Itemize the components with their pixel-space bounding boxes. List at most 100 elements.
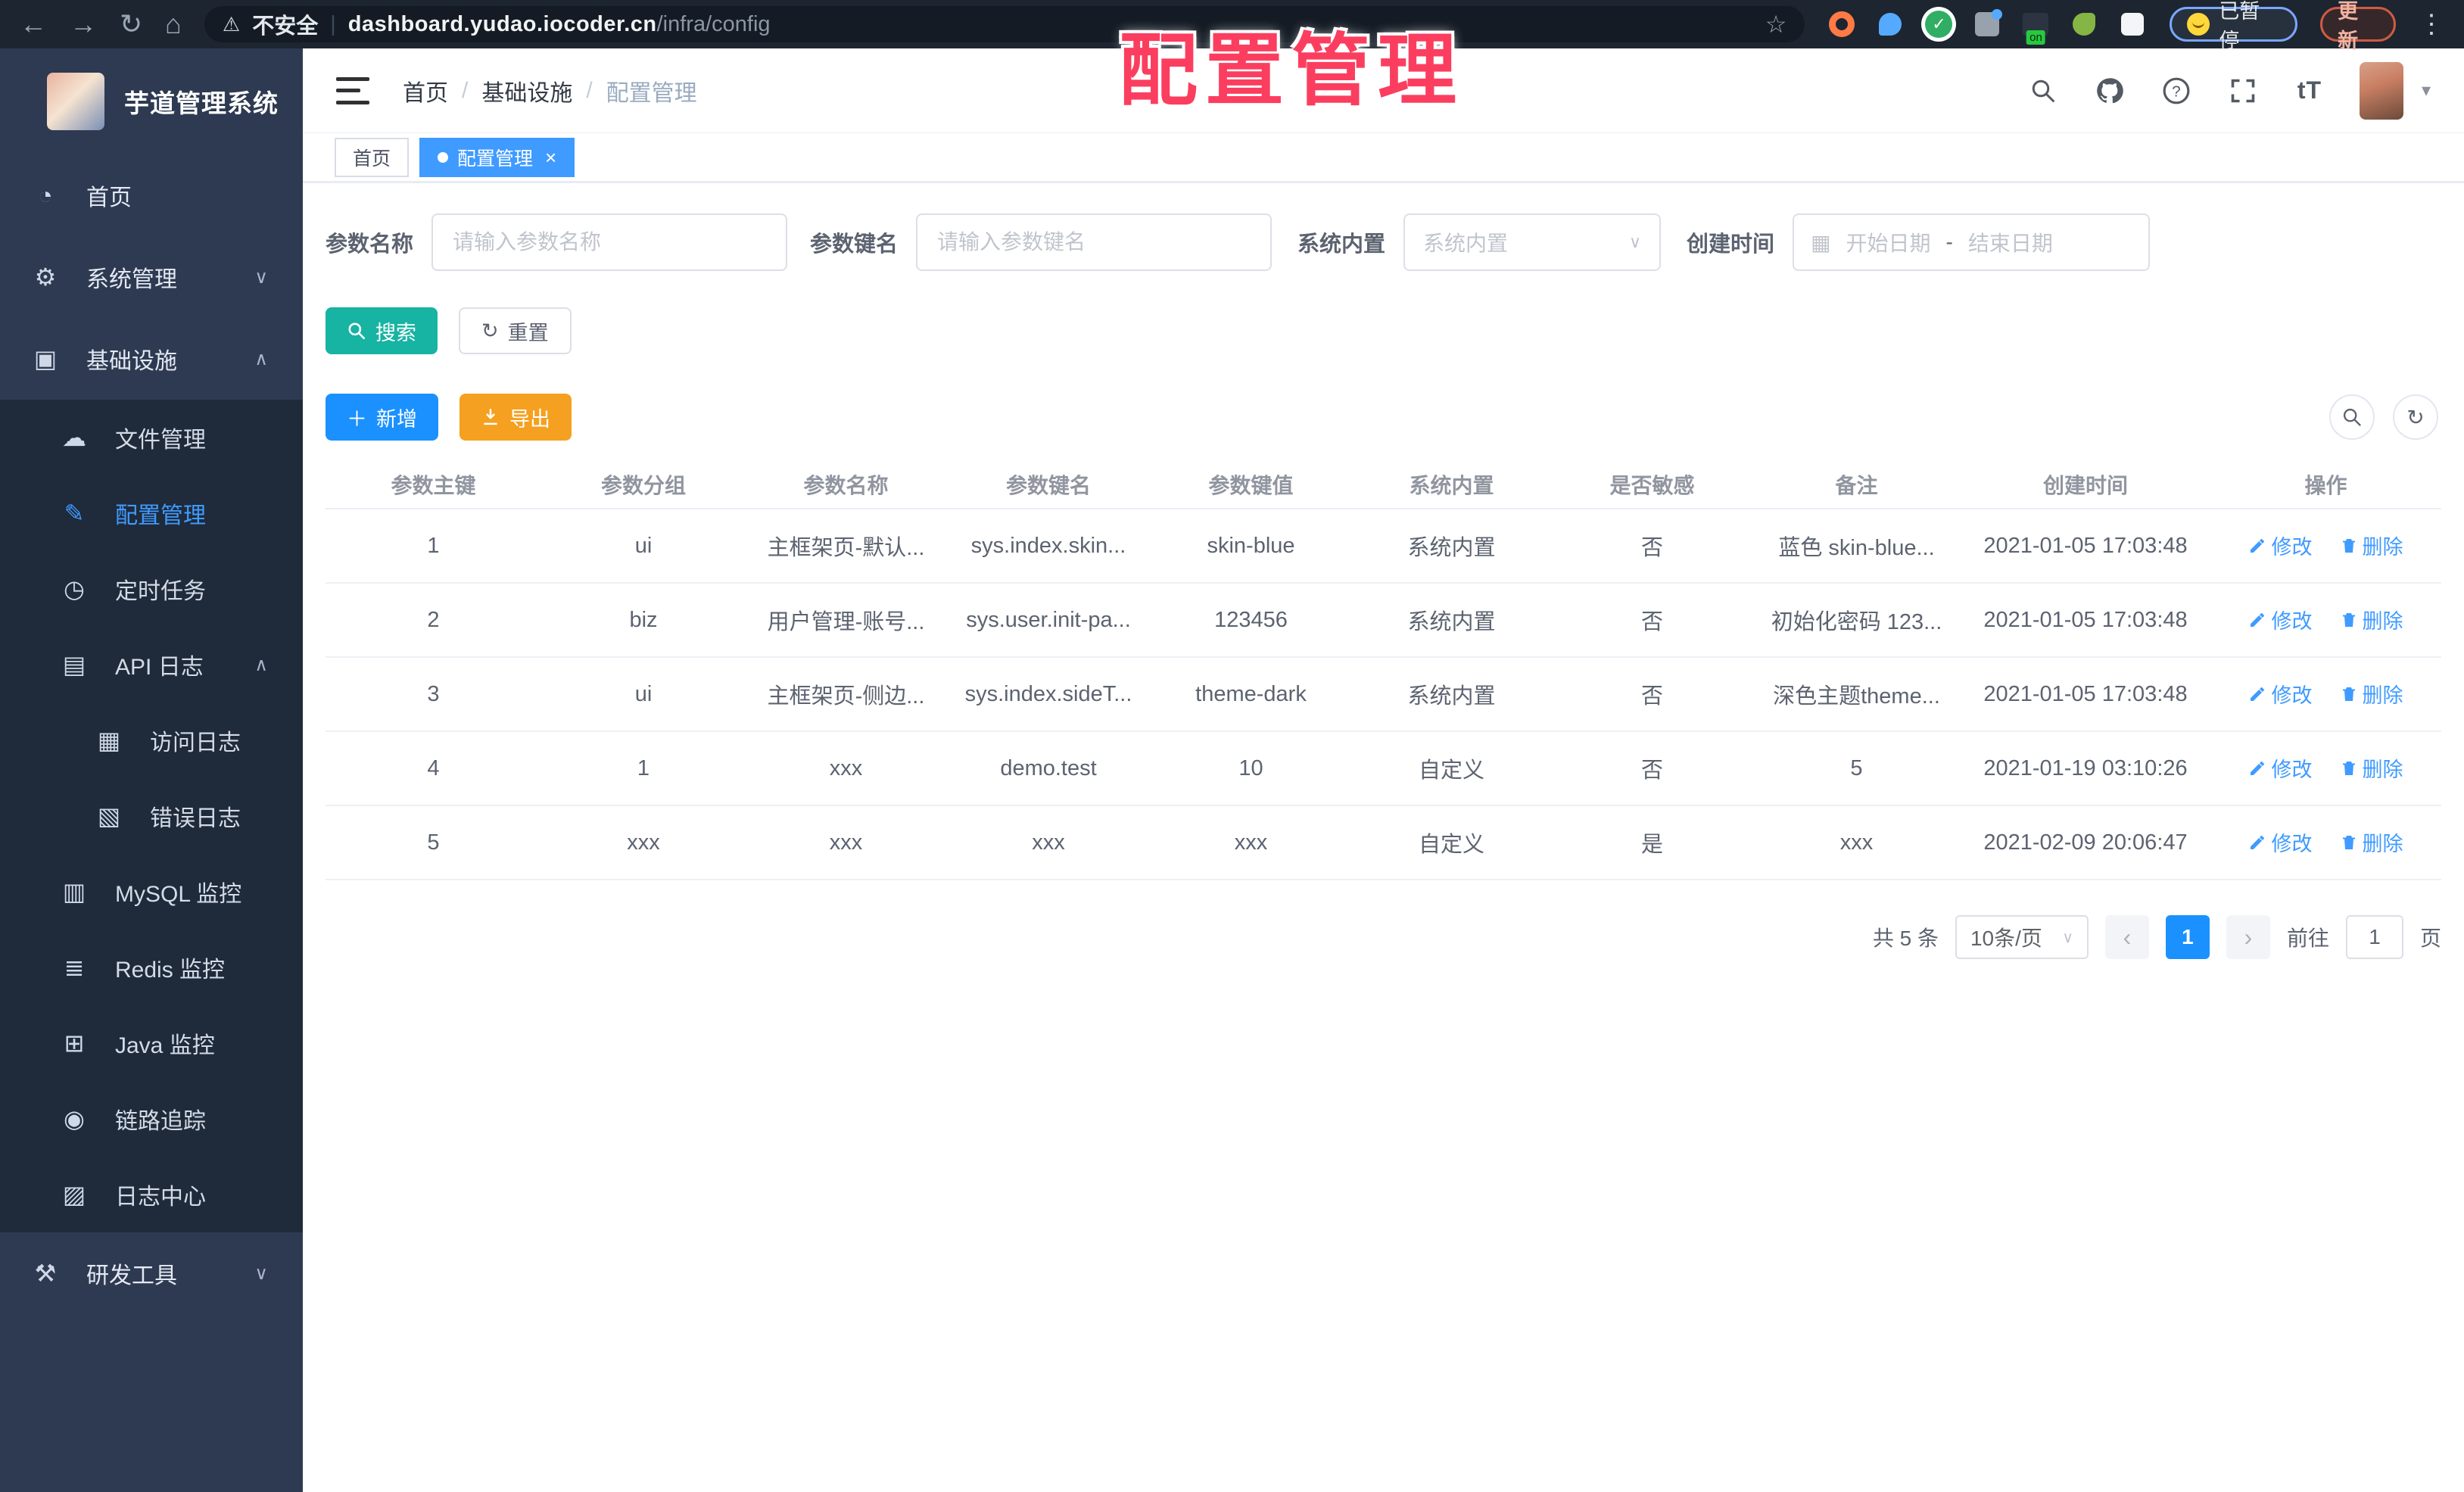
browser-update-button[interactable]: 更新 bbox=[2320, 0, 2396, 52]
param-name-input[interactable] bbox=[431, 213, 788, 271]
delete-row-button[interactable]: 删除 bbox=[2340, 605, 2403, 634]
builtin-label: 系统内置 bbox=[1297, 232, 1386, 257]
collapse-menu-icon[interactable] bbox=[336, 76, 369, 104]
cell-value: 10 bbox=[1151, 731, 1351, 806]
cell-sensitive: 否 bbox=[1552, 509, 1752, 584]
extension-gray-icon[interactable] bbox=[1973, 9, 2003, 39]
column-header-name: 参数名称 bbox=[746, 460, 946, 509]
add-button[interactable]: ＋ 新增 bbox=[326, 394, 438, 441]
search-button[interactable]: 搜索 bbox=[326, 307, 438, 354]
tab-home[interactable]: 首页 bbox=[335, 137, 410, 177]
error-log-icon: ▧ bbox=[97, 802, 121, 830]
extension-on-badge-icon[interactable] bbox=[2021, 10, 2050, 39]
sidebar-item-mysql[interactable]: ▥ MySQL 监控 bbox=[0, 854, 303, 930]
sidebar-item-java[interactable]: ⊞ Java 监控 bbox=[0, 1005, 303, 1081]
cell-name: xxx bbox=[746, 805, 946, 880]
table-row: 4 1 xxx demo.test 10 自定义 否 5 2021-01-19 … bbox=[326, 731, 2441, 806]
sidebar-item-system[interactable]: ⚙ 系统管理 ∨ bbox=[0, 236, 303, 318]
sidebar-item-apilog[interactable]: ▤ API 日志 ∧ bbox=[0, 627, 303, 702]
avatar-caret-icon[interactable]: ▾ bbox=[2422, 79, 2431, 101]
sidebar-item-config[interactable]: ✎ 配置管理 bbox=[0, 475, 303, 551]
breadcrumb-infra[interactable]: 基础设施 bbox=[481, 74, 572, 107]
delete-row-button[interactable]: 删除 bbox=[2340, 679, 2403, 709]
sidebar-item-errorlog[interactable]: ▧ 错误日志 bbox=[0, 778, 303, 854]
sidebar-item-devtools[interactable]: ⚒ 研发工具 ∨ bbox=[0, 1232, 303, 1314]
goto-page-input[interactable] bbox=[2345, 915, 2403, 959]
sidebar-item-trace[interactable]: ◉ 链路追踪 bbox=[0, 1081, 303, 1157]
sidebar-item-label: API 日志 bbox=[115, 655, 204, 680]
page-size-select[interactable]: 10条/页 ∨ bbox=[1955, 915, 2089, 959]
delete-row-button[interactable]: 删除 bbox=[2340, 531, 2403, 560]
current-page-button[interactable]: 1 bbox=[2165, 915, 2210, 959]
user-avatar[interactable] bbox=[2359, 61, 2403, 120]
refresh-icon: ↻ bbox=[481, 319, 499, 342]
edit-row-button[interactable]: 修改 bbox=[2248, 531, 2312, 560]
next-page-button[interactable]: › bbox=[2226, 915, 2270, 959]
breadcrumb-home[interactable]: 首页 bbox=[403, 74, 448, 107]
sidebar-item-redis[interactable]: ≣ Redis 监控 bbox=[0, 930, 303, 1005]
param-key-label: 参数键名 bbox=[810, 232, 899, 257]
browser-menu-icon[interactable]: ⋮ bbox=[2419, 9, 2444, 39]
extension-pin-icon[interactable] bbox=[1876, 10, 1905, 39]
builtin-select[interactable]: 系统内置 ∨ bbox=[1403, 213, 1662, 271]
extensions-puzzle-icon[interactable] bbox=[2118, 10, 2147, 39]
cell-key: sys.index.skin... bbox=[946, 509, 1151, 584]
fullscreen-icon[interactable] bbox=[2226, 74, 2260, 107]
cell-group: ui bbox=[541, 509, 746, 584]
github-icon[interactable] bbox=[2093, 74, 2126, 107]
table-header-row: 参数主键 参数分组 参数名称 参数键名 参数键值 系统内置 是否敏感 备注 创建… bbox=[326, 460, 2441, 509]
sidebar-item-logcenter[interactable]: ▨ 日志中心 bbox=[0, 1157, 303, 1232]
address-bar[interactable]: ⚠ 不安全 | dashboard.yudao.iocoder.cn/infra… bbox=[204, 6, 1805, 42]
toggle-search-button[interactable] bbox=[2329, 394, 2375, 440]
tags-view-bar: 首页 配置管理 × bbox=[303, 133, 2464, 183]
delete-row-button[interactable]: 删除 bbox=[2340, 753, 2403, 783]
reset-button[interactable]: ↻ 重置 bbox=[459, 307, 572, 354]
delete-row-button[interactable]: 删除 bbox=[2340, 827, 2403, 857]
help-icon[interactable]: ? bbox=[2160, 74, 2193, 107]
profile-paused-badge[interactable]: 已暂停 bbox=[2170, 0, 2298, 52]
table-row: 5 xxx xxx xxx xxx 自定义 是 xxx 2021-02-09 2… bbox=[326, 805, 2441, 880]
browser-home-icon[interactable]: ⌂ bbox=[165, 11, 182, 38]
edit-row-button[interactable]: 修改 bbox=[2248, 605, 2312, 634]
sidebar-item-label: 访问日志 bbox=[150, 730, 241, 755]
cell-sensitive: 是 bbox=[1552, 805, 1752, 880]
refresh-table-button[interactable]: ↻ bbox=[2393, 394, 2438, 440]
pencil-icon bbox=[2251, 835, 2265, 849]
edit-row-button[interactable]: 修改 bbox=[2248, 753, 2312, 783]
date-range-picker[interactable]: ▦ 开始日期 - 结束日期 bbox=[1793, 213, 2151, 271]
edit-row-button[interactable]: 修改 bbox=[2248, 827, 2312, 857]
emoji-avatar-icon bbox=[2187, 13, 2210, 36]
sidebar-item-infra[interactable]: ▣ 基础设施 ∧ bbox=[0, 318, 303, 400]
search-icon bbox=[348, 322, 366, 340]
close-icon[interactable]: × bbox=[545, 148, 556, 167]
cell-id: 3 bbox=[326, 657, 541, 732]
export-button[interactable]: 导出 bbox=[459, 394, 572, 441]
page-unit-label: 页 bbox=[2419, 927, 2441, 950]
cell-group: 1 bbox=[541, 731, 746, 806]
extension-orange-icon[interactable] bbox=[1827, 10, 1856, 39]
bookmark-star-icon[interactable]: ☆ bbox=[1765, 10, 1787, 39]
app-logo-row[interactable]: 芋道管理系统 bbox=[0, 48, 303, 154]
sidebar-item-file[interactable]: ☁ 文件管理 bbox=[0, 400, 303, 475]
browser-forward-icon[interactable]: → bbox=[70, 11, 97, 38]
prev-page-button[interactable]: ‹ bbox=[2104, 915, 2149, 959]
cell-value: theme-dark bbox=[1151, 657, 1351, 732]
edit-row-button[interactable]: 修改 bbox=[2248, 679, 2312, 709]
search-icon[interactable] bbox=[2026, 74, 2060, 107]
extension-leaf-icon[interactable] bbox=[2070, 10, 2098, 39]
extension-check-icon[interactable]: ✓ bbox=[1924, 10, 1953, 39]
tab-config-active[interactable]: 配置管理 × bbox=[419, 137, 575, 177]
created-time-label: 创建时间 bbox=[1687, 232, 1775, 257]
browser-back-icon[interactable]: ← bbox=[20, 11, 47, 38]
address-divider: | bbox=[330, 11, 336, 36]
cell-sensitive: 否 bbox=[1552, 583, 1752, 658]
browser-reload-icon[interactable]: ↻ bbox=[120, 11, 142, 38]
param-key-input[interactable] bbox=[916, 213, 1272, 271]
sidebar-item-home[interactable]: ◔ 首页 bbox=[0, 154, 303, 236]
cell-type: 系统内置 bbox=[1351, 657, 1552, 732]
sidebar-item-accesslog[interactable]: ▦ 访问日志 bbox=[0, 702, 303, 778]
font-size-icon[interactable]: tT bbox=[2293, 74, 2326, 107]
sidebar-item-job[interactable]: ◷ 定时任务 bbox=[0, 551, 303, 627]
pagination: 共 5 条 10条/页 ∨ ‹ 1 › 前往 页 bbox=[326, 915, 2441, 959]
breadcrumb-separator: / bbox=[462, 77, 469, 103]
